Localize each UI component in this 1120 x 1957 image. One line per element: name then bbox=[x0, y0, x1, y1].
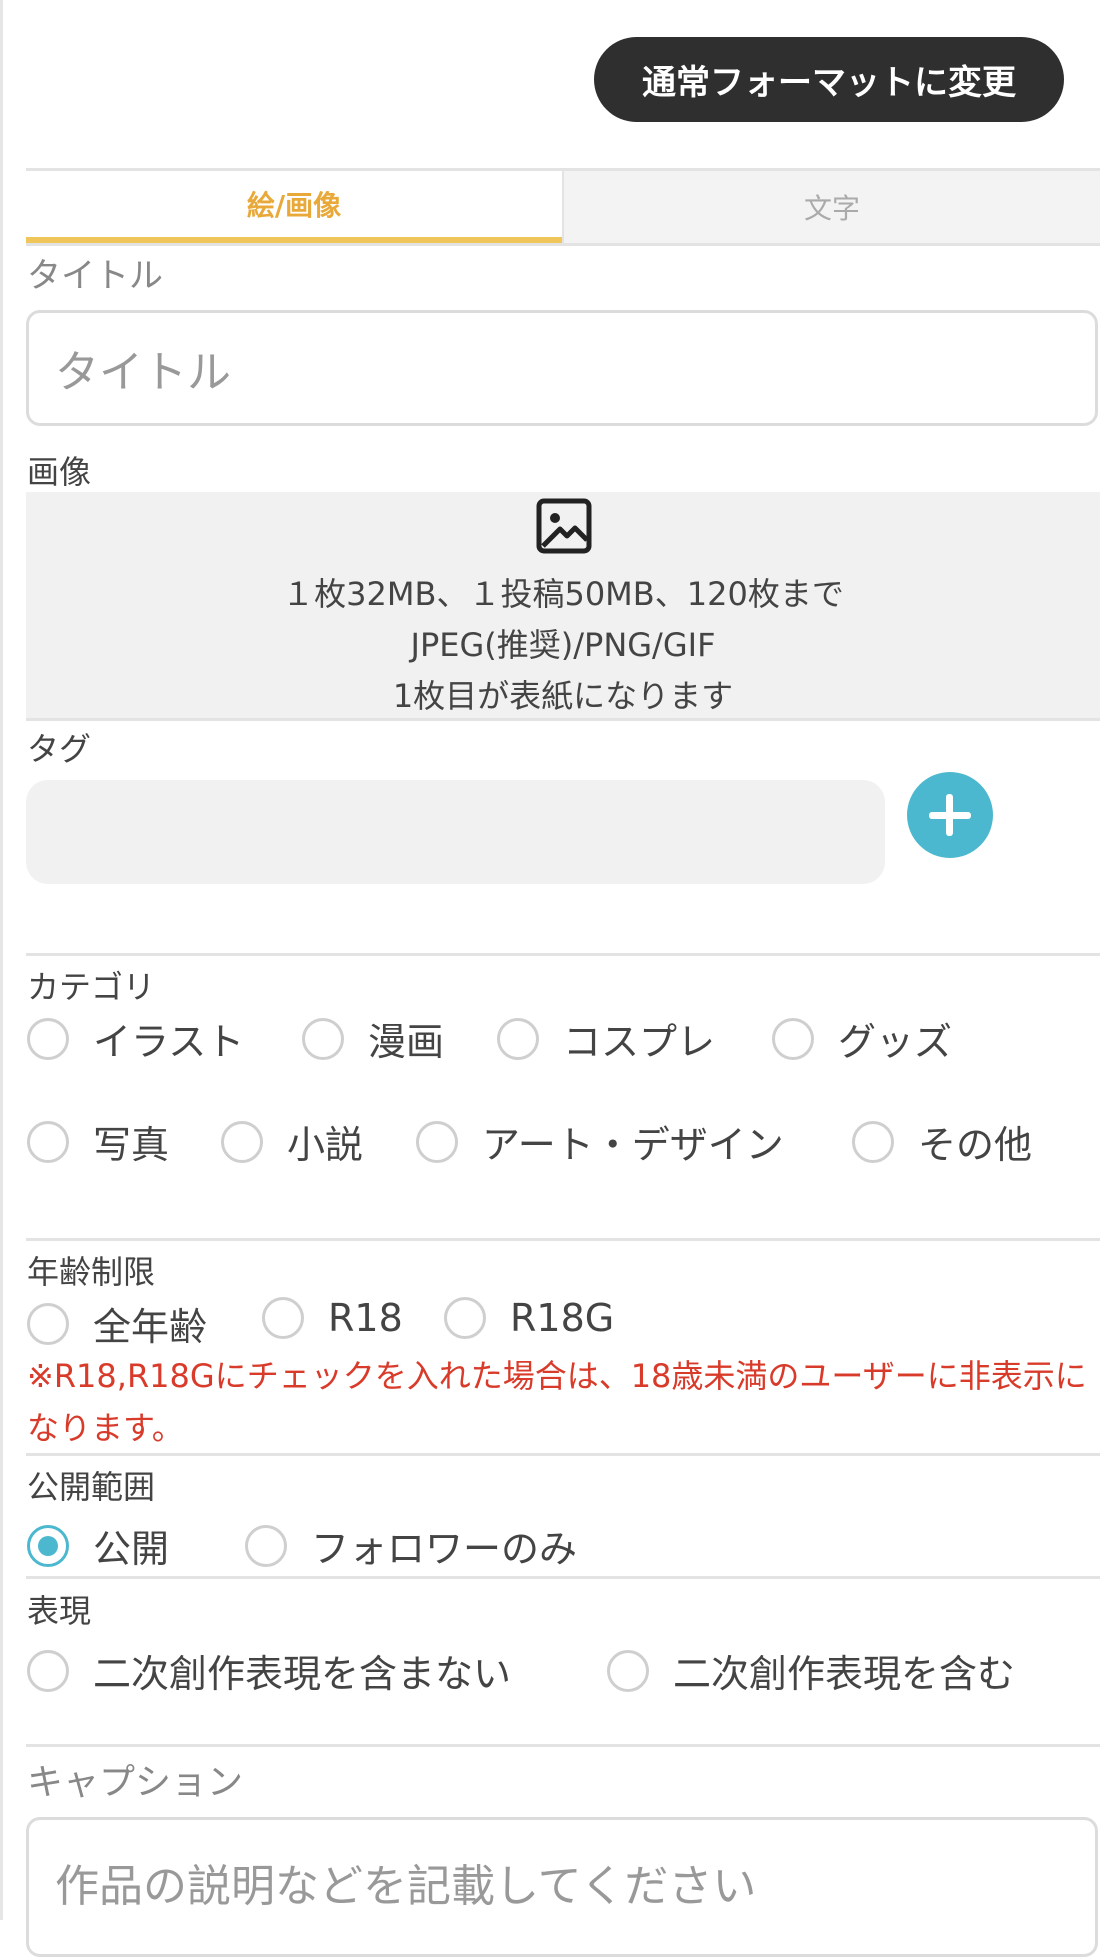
radio-label: R18 bbox=[328, 1296, 403, 1340]
image-icon bbox=[536, 498, 592, 554]
radio-visibility-public[interactable]: 公開 bbox=[27, 1518, 169, 1573]
radio-label: その他 bbox=[918, 1123, 1033, 1167]
radio-circle bbox=[27, 1649, 69, 1692]
radio-visibility-followers[interactable]: フォロワーのみ bbox=[245, 1518, 577, 1573]
radio-circle bbox=[497, 1017, 539, 1060]
divider bbox=[26, 1238, 1100, 1241]
upload-limit-text: １枚32MB、１投稿50MB、120枚まで bbox=[282, 575, 844, 613]
radio-category-illust[interactable]: イラスト bbox=[27, 1011, 244, 1066]
radio-expression-no-derivative[interactable]: 二次創作表現を含まない bbox=[27, 1643, 511, 1698]
radio-circle bbox=[444, 1297, 486, 1339]
radio-circle bbox=[27, 1017, 69, 1060]
title-input[interactable]: タイトル bbox=[26, 310, 1098, 426]
radio-circle bbox=[221, 1120, 263, 1163]
radio-circle bbox=[245, 1524, 287, 1567]
tag-label: タグ bbox=[27, 730, 92, 768]
age-restriction-label: 年齢制限 bbox=[27, 1253, 156, 1291]
radio-circle bbox=[852, 1120, 894, 1163]
radio-label: 二次創作表現を含まない bbox=[93, 1652, 512, 1696]
radio-age-r18g[interactable]: R18G bbox=[444, 1296, 614, 1340]
radio-circle bbox=[772, 1017, 814, 1060]
radio-age-r18[interactable]: R18 bbox=[262, 1296, 403, 1340]
add-tag-button[interactable] bbox=[907, 772, 993, 858]
radio-label: R18G bbox=[510, 1296, 615, 1340]
tab-text[interactable]: 文字 bbox=[562, 171, 1100, 243]
visibility-label: 公開範囲 bbox=[27, 1468, 156, 1506]
caption-label: キャプション bbox=[27, 1762, 244, 1803]
radio-label: 漫画 bbox=[368, 1020, 445, 1064]
radio-circle bbox=[262, 1297, 304, 1339]
upload-cover-text: 1枚目が表紙になります bbox=[392, 677, 734, 715]
radio-label: 写真 bbox=[93, 1123, 170, 1167]
divider bbox=[26, 1453, 1100, 1456]
radio-label: アート・デザイン bbox=[482, 1123, 784, 1167]
radio-age-all[interactable]: 全年齢 bbox=[27, 1296, 207, 1351]
post-type-tabs: 絵/画像 文字 bbox=[26, 168, 1100, 246]
radio-category-photo[interactable]: 写真 bbox=[27, 1114, 169, 1169]
radio-label: 全年齢 bbox=[93, 1305, 208, 1349]
radio-category-goods[interactable]: グッズ bbox=[772, 1011, 952, 1066]
radio-expression-derivative[interactable]: 二次創作表現を含む bbox=[607, 1643, 1015, 1698]
tag-input[interactable] bbox=[26, 780, 885, 884]
radio-circle bbox=[302, 1017, 344, 1060]
radio-circle bbox=[27, 1120, 69, 1163]
switch-format-button[interactable]: 通常フォーマットに変更 bbox=[594, 37, 1064, 122]
divider bbox=[26, 1744, 1100, 1747]
radio-category-cosplay[interactable]: コスプレ bbox=[497, 1011, 715, 1066]
image-upload-area[interactable]: １枚32MB、１投稿50MB、120枚まで JPEG(推奨)/PNG/GIF 1… bbox=[26, 492, 1100, 721]
radio-circle bbox=[27, 1302, 69, 1345]
tab-image[interactable]: 絵/画像 bbox=[26, 171, 562, 243]
post-form-page: 通常フォーマットに変更 絵/画像 文字 タイトル タイトル 画像 １枚32MB、… bbox=[0, 0, 1120, 1957]
divider bbox=[26, 1576, 1100, 1579]
expression-label: 表現 bbox=[27, 1592, 92, 1630]
radio-label: イラスト bbox=[93, 1020, 245, 1064]
radio-label: コスプレ bbox=[563, 1020, 716, 1064]
radio-circle bbox=[607, 1649, 649, 1692]
radio-category-novel[interactable]: 小説 bbox=[221, 1114, 363, 1169]
radio-category-manga[interactable]: 漫画 bbox=[302, 1011, 444, 1066]
radio-label: 小説 bbox=[287, 1123, 364, 1167]
radio-circle-checked bbox=[27, 1524, 69, 1567]
caption-textarea[interactable]: 作品の説明などを記載してください bbox=[26, 1817, 1098, 1957]
image-label: 画像 bbox=[27, 453, 92, 491]
age-warning-text: ※R18,R18Gにチェックを入れた場合は、18歳未満のユーザーに非表示になりま… bbox=[27, 1357, 1087, 1447]
category-label: カテゴリ bbox=[27, 968, 156, 1006]
divider bbox=[26, 953, 1100, 956]
upload-format-text: JPEG(推奨)/PNG/GIF bbox=[410, 626, 716, 664]
radio-label: 公開 bbox=[93, 1527, 170, 1571]
left-edge-border bbox=[0, 0, 3, 1920]
radio-category-art-design[interactable]: アート・デザイン bbox=[416, 1114, 784, 1169]
title-label: タイトル bbox=[27, 256, 163, 296]
radio-circle bbox=[416, 1120, 458, 1163]
radio-category-other[interactable]: その他 bbox=[852, 1114, 1032, 1169]
radio-label: グッズ bbox=[838, 1020, 953, 1064]
radio-label: 二次創作表現を含む bbox=[673, 1652, 1016, 1696]
radio-label: フォロワーのみ bbox=[311, 1527, 578, 1571]
